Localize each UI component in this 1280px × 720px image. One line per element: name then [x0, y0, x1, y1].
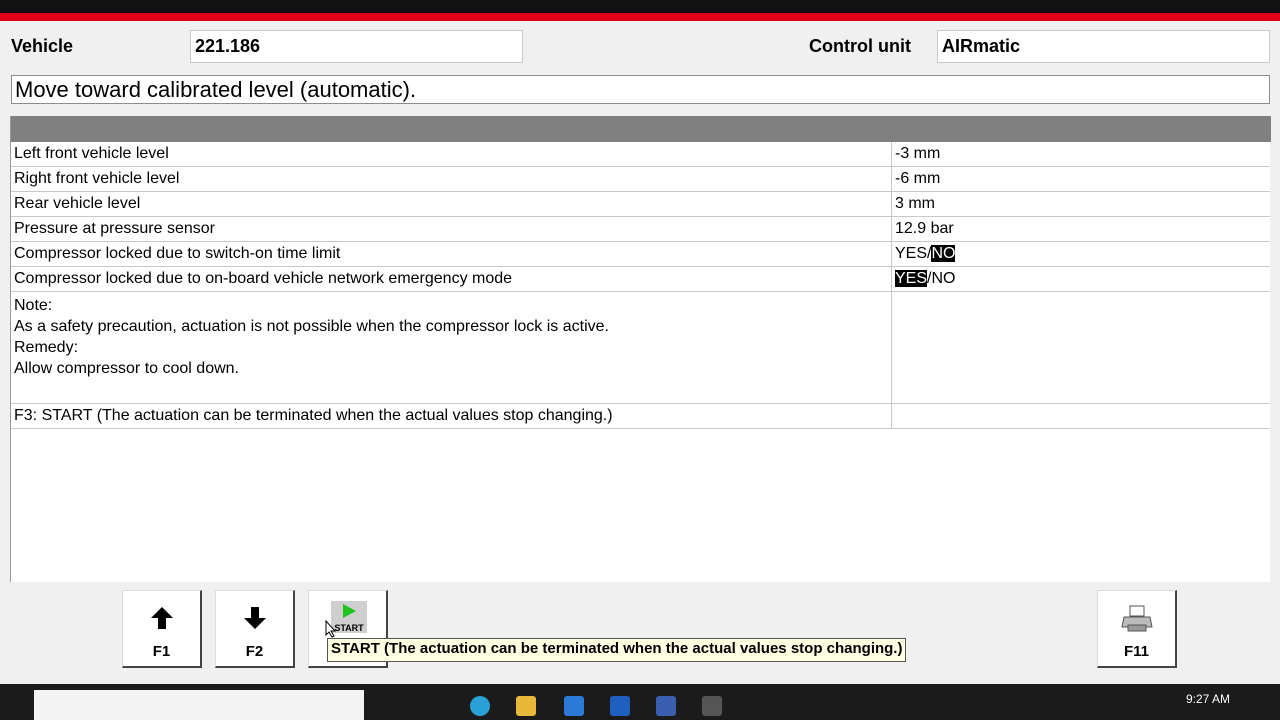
row-label: Compressor locked due to on-board vehicl… — [11, 266, 892, 292]
f1-key-label: F1 — [152, 643, 171, 660]
status-value: YES/NO — [891, 266, 1270, 292]
note-heading: Note: — [14, 297, 53, 314]
instruction-value-cell — [891, 403, 1270, 429]
play-icon — [343, 604, 356, 618]
row-label: Left front vehicle level — [11, 142, 892, 167]
table-row: Rear vehicle level 3 mm — [11, 191, 1270, 217]
yes-option: YES — [895, 245, 928, 262]
active-app-icon[interactable] — [702, 696, 722, 716]
row-value: 12.9 bar — [891, 216, 1270, 242]
row-value: -6 mm — [891, 166, 1270, 192]
arrow-down-icon — [216, 605, 293, 633]
file-explorer-icon[interactable] — [516, 696, 536, 716]
row-label: Compressor locked due to switch-on time … — [11, 241, 892, 267]
header-bar: Vehicle 221.186 Control unit AIRmatic — [0, 21, 1280, 71]
remedy-body: Allow compressor to cool down. — [14, 360, 239, 377]
window-title-bar — [0, 0, 1280, 21]
remedy-heading: Remedy: — [14, 339, 79, 356]
row-label: Pressure at pressure sensor — [11, 216, 892, 242]
taskbar-search-box[interactable] — [34, 690, 364, 720]
table-row: Compressor locked due to switch-on time … — [11, 241, 1270, 267]
mail-icon[interactable] — [610, 696, 630, 716]
page-title: Move toward calibrated level (automatic)… — [11, 75, 1270, 104]
table-row: Left front vehicle level -3 mm — [11, 142, 1270, 167]
store-icon[interactable] — [564, 696, 584, 716]
start-tooltip: START (The actuation can be terminated w… — [327, 638, 907, 662]
actual-values-table: Left front vehicle level -3 mm Right fro… — [11, 142, 1270, 429]
note-row: Note: As a safety precaution, actuation … — [11, 291, 1270, 404]
table-row: Right front vehicle level -6 mm — [11, 166, 1270, 192]
note-body: As a safety precaution, actuation is not… — [14, 318, 609, 335]
f2-key-label: F2 — [245, 643, 264, 660]
table-row: Compressor locked due to on-board vehicl… — [11, 266, 1270, 292]
row-label: Right front vehicle level — [11, 166, 892, 192]
row-label: Rear vehicle level — [11, 191, 892, 217]
table-header-bar — [11, 116, 1271, 142]
note-value-cell — [891, 291, 1270, 404]
f1-scroll-up-button[interactable]: F1 — [122, 590, 202, 668]
windows-taskbar: 9:27 AM — [0, 684, 1280, 720]
note-text: Note: As a safety precaution, actuation … — [11, 291, 892, 404]
instruction-row: F3: START (The actuation can be terminat… — [11, 403, 1270, 429]
no-option: NO — [931, 270, 956, 287]
row-value: 3 mm — [891, 191, 1270, 217]
f11-print-button[interactable]: F11 — [1097, 590, 1177, 668]
app-icon[interactable] — [656, 696, 676, 716]
control-unit-label: Control unit — [809, 36, 911, 56]
yes-option-selected: YES — [895, 270, 928, 287]
vehicle-label: Vehicle — [11, 36, 74, 56]
control-unit-field[interactable]: AIRmatic — [937, 30, 1270, 63]
vehicle-field[interactable]: 221.186 — [190, 30, 523, 63]
printer-icon — [1098, 605, 1175, 633]
f2-scroll-down-button[interactable]: F2 — [215, 590, 295, 668]
instruction-text: F3: START (The actuation can be terminat… — [11, 403, 892, 429]
no-option-selected: NO — [931, 245, 956, 262]
row-value: -3 mm — [891, 142, 1270, 167]
taskbar-clock: 9:27 AM — [1185, 692, 1230, 706]
status-value: YES/NO — [891, 241, 1270, 267]
table-row: Pressure at pressure sensor 12.9 bar — [11, 216, 1270, 242]
mouse-cursor-icon — [325, 620, 337, 638]
arrow-up-icon — [123, 605, 200, 633]
browser-icon[interactable] — [470, 696, 490, 716]
f11-key-label: F11 — [1123, 643, 1150, 660]
